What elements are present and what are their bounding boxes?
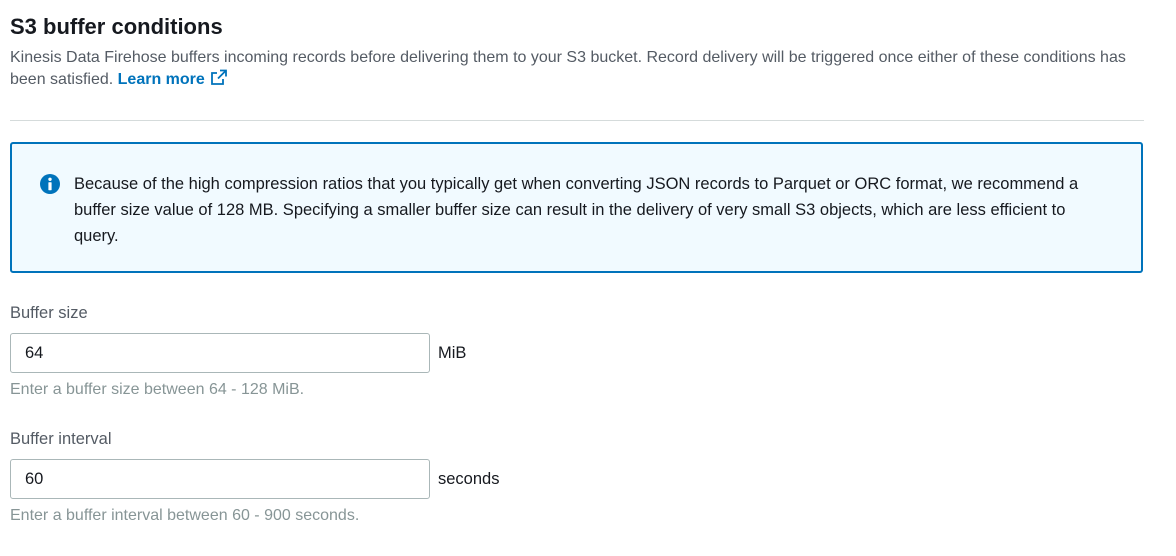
info-alert-text: Because of the high compression ratios t… bbox=[74, 175, 1079, 245]
buffer-size-hint: Enter a buffer size between 64 - 128 MiB… bbox=[10, 381, 305, 398]
section-title: S3 buffer conditions bbox=[10, 14, 223, 39]
learn-more-link[interactable]: Learn more bbox=[117, 69, 228, 88]
section-description: Kinesis Data Firehose buffers incoming r… bbox=[10, 47, 1130, 93]
info-icon bbox=[40, 174, 60, 194]
s3-buffer-conditions-section: S3 buffer conditions Kinesis Data Fireho… bbox=[0, 0, 1176, 556]
buffer-size-input[interactable] bbox=[10, 333, 430, 373]
section-divider bbox=[10, 120, 1144, 121]
buffer-interval-unit: seconds bbox=[438, 470, 500, 488]
external-link-icon bbox=[210, 69, 228, 93]
buffer-interval-input[interactable] bbox=[10, 459, 430, 499]
buffer-interval-hint: Enter a buffer interval between 60 - 900… bbox=[10, 507, 360, 524]
info-alert: Because of the high compression ratios t… bbox=[10, 142, 1143, 273]
buffer-interval-label: Buffer interval bbox=[10, 430, 112, 448]
buffer-size-label: Buffer size bbox=[10, 304, 88, 322]
buffer-size-unit: MiB bbox=[438, 344, 467, 362]
learn-more-label: Learn more bbox=[117, 71, 205, 88]
